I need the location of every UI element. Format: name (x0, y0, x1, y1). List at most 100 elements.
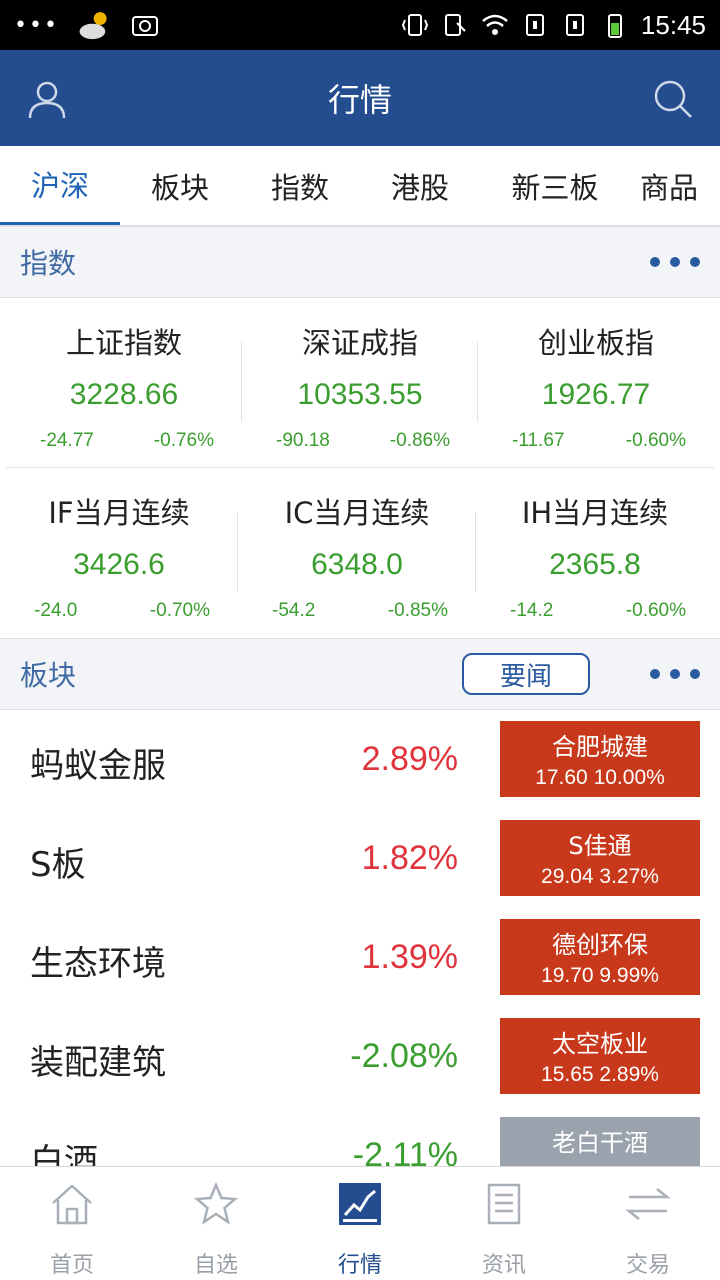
nav-watchlist[interactable]: 自选 (144, 1167, 288, 1280)
nav-trade[interactable]: 交易 (576, 1167, 720, 1280)
news-button[interactable]: 要闻 (462, 653, 590, 695)
index-name: IH当月连续 (521, 496, 669, 530)
nav-label: 首页 (49, 1253, 94, 1278)
tab-shanghai-shenzhen[interactable]: 沪深 (0, 146, 120, 225)
mute-icon (444, 14, 466, 36)
more-notifications-icon: ••• (14, 12, 59, 38)
star-icon (193, 1181, 239, 1225)
sector-more-button[interactable] (650, 669, 700, 679)
sector-section-header: 板块 要闻 (0, 638, 720, 710)
index-card-sz[interactable]: 深证成指 10353.55 -90.18 -0.86% (242, 298, 478, 467)
nav-news[interactable]: 资讯 (432, 1167, 576, 1280)
lead-stock-name: 德创环保 (552, 931, 648, 959)
index-change: -24.0 (34, 600, 78, 621)
lead-stock-card[interactable]: 合肥城建 17.60 10.00% (500, 721, 700, 797)
sector-row[interactable]: S板 1.82% S佳通 29.04 3.27% (0, 809, 720, 908)
index-name: IF当月连续 (48, 496, 190, 530)
nav-label: 行情 (337, 1253, 382, 1278)
sector-change-pct: 2.89% (361, 740, 458, 778)
sector-row[interactable]: 白酒 -2.11% 老白干酒 (0, 1106, 720, 1166)
screenshot-icon (131, 16, 158, 36)
sector-row[interactable]: 装配建筑 -2.08% 太空板业 15.65 2.89% (0, 1007, 720, 1106)
status-time: 15:45 (640, 9, 706, 40)
index-grid: 上证指数 3228.66 -24.77 -0.76% 深证成指 10353.55… (0, 298, 720, 638)
tab-index[interactable]: 指数 (240, 146, 360, 225)
chart-icon (339, 1183, 381, 1225)
index-change: -11.67 (512, 430, 565, 451)
sector-name: 白酒 (30, 1142, 98, 1166)
sector-name: 装配建筑 (30, 1043, 166, 1083)
index-value: 1926.77 (541, 378, 651, 411)
index-row: 上证指数 3228.66 -24.77 -0.76% 深证成指 10353.55… (6, 298, 714, 468)
more-dots-icon (650, 669, 660, 679)
sector-row[interactable]: 蚂蚁金服 2.89% 合肥城建 17.60 10.00% (0, 710, 720, 809)
index-change-pct: -0.76% (153, 430, 214, 451)
index-section-title: 指数 (20, 247, 77, 280)
index-card-ih[interactable]: IH当月连续 2365.8 -14.2 -0.60% (476, 468, 714, 638)
index-change: -14.2 (510, 600, 554, 621)
index-change-pct: -0.70% (149, 600, 210, 621)
nav-home[interactable]: 首页 (0, 1167, 144, 1280)
status-bar: ••• 15:45 (0, 0, 720, 50)
search-icon[interactable] (652, 78, 694, 120)
index-change-pct: -0.85% (387, 600, 448, 621)
index-card-sh[interactable]: 上证指数 3228.66 -24.77 -0.76% (6, 298, 242, 467)
news-icon (487, 1183, 521, 1225)
lead-stock-card[interactable]: 老白干酒 (500, 1117, 700, 1166)
sector-section-title: 板块 (20, 659, 77, 692)
app-header: 行情 (0, 50, 720, 146)
index-value: 3228.66 (69, 378, 179, 411)
index-change-pct: -0.86% (389, 430, 450, 451)
exchange-icon (625, 1188, 671, 1220)
vibrate-icon (401, 14, 428, 36)
sector-change-pct: -2.11% (352, 1136, 458, 1166)
index-section-header: 指数 (0, 226, 720, 298)
index-value: 6348.0 (311, 548, 403, 581)
wifi-icon (482, 14, 508, 35)
index-change-pct: -0.60% (625, 600, 686, 621)
lead-stock-card[interactable]: 太空板业 15.65 2.89% (500, 1018, 700, 1094)
lead-stock-name: 老白干酒 (552, 1129, 648, 1157)
index-change-pct: -0.60% (625, 430, 686, 451)
index-name: 深证成指 (301, 326, 418, 360)
index-card-if[interactable]: IF当月连续 3426.6 -24.0 -0.70% (0, 468, 238, 638)
index-name: IC当月连续 (284, 496, 430, 530)
index-name: 创业板指 (537, 326, 654, 360)
index-change: -90.18 (276, 430, 330, 451)
market-tabs: 沪深 板块 指数 港股 新三板 商品 (0, 146, 720, 226)
index-change: -24.77 (40, 430, 94, 451)
tab-sector[interactable]: 板块 (120, 146, 240, 225)
lead-stock-card[interactable]: 德创环保 19.70 9.99% (500, 919, 700, 995)
sector-list: 蚂蚁金服 2.89% 合肥城建 17.60 10.00% S板 1.82% S佳… (0, 710, 720, 1166)
user-icon[interactable] (26, 78, 68, 120)
sector-change-pct: -2.08% (350, 1037, 458, 1075)
sector-change-pct: 1.39% (361, 938, 458, 976)
nav-market[interactable]: 行情 (288, 1167, 432, 1280)
index-value: 2365.8 (549, 548, 641, 581)
page-title: 行情 (327, 81, 392, 119)
tab-commodities[interactable]: 商品 (630, 146, 720, 225)
lead-stock-name: S佳通 (568, 832, 632, 860)
tab-neeq[interactable]: 新三板 (480, 146, 630, 225)
lead-stock-info: 19.70 9.99% (541, 964, 659, 987)
sector-name: 生态环境 (30, 944, 166, 984)
index-card-gem[interactable]: 创业板指 1926.77 -11.67 -0.60% (478, 298, 714, 467)
lead-stock-card[interactable]: S佳通 29.04 3.27% (500, 820, 700, 896)
sector-row[interactable]: 生态环境 1.39% 德创环保 19.70 9.99% (0, 908, 720, 1007)
index-card-ic[interactable]: IC当月连续 6348.0 -54.2 -0.85% (238, 468, 476, 638)
sector-name: 蚂蚁金服 (30, 746, 166, 786)
lead-stock-info: 15.65 2.89% (541, 1063, 659, 1086)
index-change: -54.2 (272, 600, 316, 621)
lead-stock-name: 太空板业 (552, 1030, 648, 1058)
bottom-nav: 首页 自选 行情 资讯 交易 (0, 1166, 720, 1280)
lead-stock-info: 29.04 3.27% (541, 865, 659, 888)
index-value: 10353.55 (297, 378, 423, 411)
tab-hk-stocks[interactable]: 港股 (360, 146, 480, 225)
sector-name: S板 (30, 845, 86, 885)
more-dots-icon (650, 257, 660, 267)
nav-label: 交易 (625, 1253, 670, 1278)
index-more-button[interactable] (650, 257, 700, 267)
sector-change-pct: 1.82% (361, 839, 458, 877)
lead-stock-name: 合肥城建 (552, 733, 648, 761)
lead-stock-info: 17.60 10.00% (535, 766, 665, 789)
